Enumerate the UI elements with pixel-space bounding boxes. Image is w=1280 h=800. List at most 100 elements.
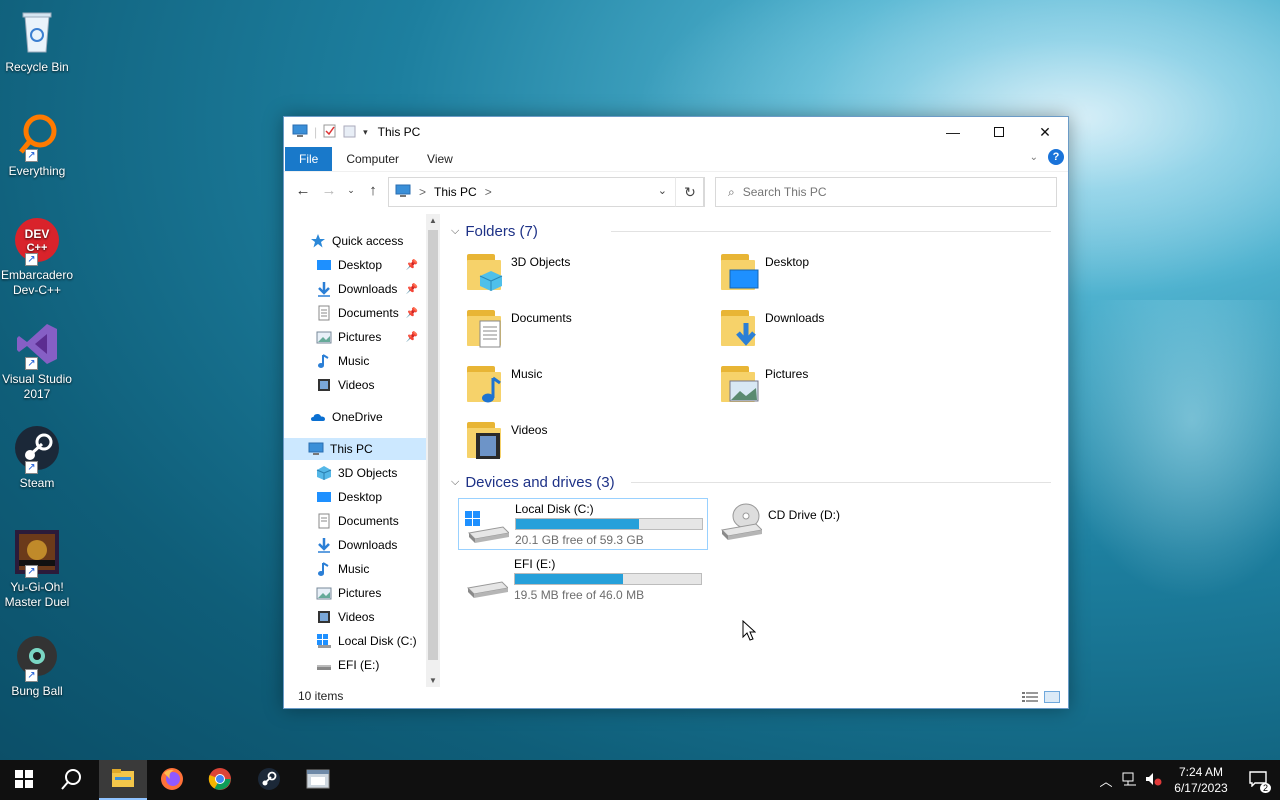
nav-pc-videos[interactable]: Videos	[316, 606, 374, 628]
videos-icon	[316, 377, 332, 393]
help-icon[interactable]: ?	[1048, 149, 1064, 165]
search-box[interactable]: ⌕	[715, 177, 1057, 207]
music-icon	[316, 353, 332, 369]
desktop-icon-yugioh[interactable]: ↗ Yu-Gi-Oh! Master Duel	[0, 528, 74, 610]
start-button[interactable]	[0, 760, 48, 800]
forward-button[interactable]: →	[316, 182, 342, 199]
action-center-button[interactable]: 2	[1236, 770, 1280, 793]
nav-pc-music[interactable]: Music	[316, 558, 369, 580]
nav-label: Pictures	[338, 330, 382, 344]
desktop-icon-recycle-bin[interactable]: Recycle Bin	[0, 8, 74, 75]
folder-label: Documents	[511, 311, 572, 325]
tab-file[interactable]: File	[285, 147, 333, 171]
minimize-button[interactable]: —	[930, 117, 976, 147]
nav-quick-desktop[interactable]: Desktop 📌	[316, 254, 424, 276]
desktop-icon-visual-studio[interactable]: ↗ Visual Studio 2017	[0, 320, 74, 402]
videos-folder-icon	[465, 418, 505, 462]
details-view-icon[interactable]	[1022, 691, 1038, 703]
expand-ribbon-icon[interactable]: ⌄	[1030, 152, 1038, 163]
nav-quick-documents[interactable]: Documents 📌	[316, 302, 424, 324]
nav-pc-3d-objects[interactable]: 3D Objects	[316, 462, 397, 484]
close-icon: ✕	[1039, 123, 1051, 140]
close-button[interactable]: ✕	[1022, 117, 1068, 147]
pin-icon: 📌	[405, 307, 418, 319]
up-button[interactable]: ↑	[360, 182, 386, 199]
taskbar-app[interactable]	[294, 760, 342, 800]
address-bar[interactable]: > This PC > ⌄	[388, 177, 704, 207]
nav-quick-music[interactable]: Music	[316, 350, 369, 372]
folder-label: Desktop	[765, 255, 810, 269]
back-button[interactable]: ←	[290, 182, 316, 199]
nav-pc-downloads[interactable]: Downloads	[316, 534, 397, 556]
folder-desktop[interactable]: Desktop	[703, 250, 943, 302]
folder-documents[interactable]: Documents	[449, 306, 689, 358]
nav-pc-documents[interactable]: Documents	[316, 510, 399, 532]
search-input[interactable]	[742, 185, 1033, 199]
nav-scrollbar[interactable]: ▲ ▼	[426, 214, 440, 687]
recycle-bin-icon	[13, 8, 61, 56]
nav-this-pc[interactable]: This PC	[284, 438, 426, 460]
taskbar-file-explorer[interactable]	[99, 760, 147, 800]
music-icon	[316, 561, 332, 577]
address-dropdown-icon[interactable]: ⌄	[658, 184, 667, 197]
group-header-folders[interactable]: ⌵ Folders (7)	[451, 220, 1051, 242]
network-icon[interactable]	[1118, 772, 1142, 789]
taskbar-steam[interactable]	[245, 760, 293, 800]
minimize-icon: —	[946, 124, 960, 140]
group-header-devices[interactable]: ⌵ Devices and drives (3)	[451, 471, 1051, 493]
nav-pc-local-disk[interactable]: Local Disk (C:)	[316, 630, 417, 652]
recent-locations-icon[interactable]: ⌄	[342, 185, 360, 196]
drive-efi-e[interactable]: EFI (E:) 19.5 MB free of 46.0 MB	[458, 554, 708, 606]
nav-quick-pictures[interactable]: Pictures 📌	[316, 326, 424, 348]
nav-pc-desktop[interactable]: Desktop	[316, 486, 382, 508]
drive-local-disk-c[interactable]: Local Disk (C:) 20.1 GB free of 59.3 GB	[458, 498, 708, 550]
volume-muted-icon[interactable]	[1142, 772, 1166, 789]
desktop-icon-everything[interactable]: ↗ Everything	[0, 112, 74, 179]
taskbar-search-button[interactable]	[48, 760, 96, 800]
window-title: This PC	[377, 125, 421, 139]
large-icons-view-icon[interactable]	[1044, 691, 1060, 703]
scroll-thumb[interactable]	[428, 230, 438, 660]
folder-3d-objects[interactable]: 3D Objects	[449, 250, 689, 302]
nav-onedrive[interactable]: OneDrive	[310, 406, 383, 428]
desktop-icon	[316, 489, 332, 505]
chrome-icon	[208, 767, 232, 794]
refresh-button[interactable]: ↻	[675, 177, 705, 207]
customize-toolbar-icon[interactable]: ▾	[363, 127, 368, 138]
breadcrumb-separator[interactable]: >	[485, 185, 492, 199]
system-tray: ︿ 7:24 AM 6/17/2023 2	[1094, 760, 1280, 800]
taskbar-chrome[interactable]	[196, 760, 244, 800]
nav-pc-pictures[interactable]: Pictures	[316, 582, 381, 604]
shortcut-arrow-icon: ↗	[25, 357, 38, 370]
tab-view[interactable]: View	[413, 147, 467, 171]
maximize-button[interactable]	[976, 117, 1022, 147]
nav-quick-downloads[interactable]: Downloads 📌	[316, 278, 424, 300]
new-folder-icon[interactable]	[343, 124, 357, 141]
desktop-icon-devcpp[interactable]: DEV C++ ↗ Embarcadero Dev-C++	[0, 216, 74, 298]
folder-pictures[interactable]: Pictures	[703, 362, 943, 414]
nav-pc-efi[interactable]: EFI (E:)	[316, 654, 379, 676]
3d-objects-folder-icon	[465, 250, 505, 294]
desktop-icon-bung-ball[interactable]: ↗ Bung Ball	[0, 632, 74, 699]
properties-icon[interactable]	[323, 124, 337, 141]
tab-computer[interactable]: Computer	[332, 147, 413, 171]
folder-videos[interactable]: Videos	[449, 418, 689, 470]
drive-cd-d[interactable]: CD Drive (D:)	[712, 498, 962, 550]
nav-quick-access[interactable]: Quick access	[310, 230, 403, 252]
nav-quick-videos[interactable]: Videos	[316, 374, 374, 396]
search-icon: ⌕	[728, 184, 735, 199]
show-hidden-icons-icon[interactable]: ︿	[1094, 771, 1118, 790]
folder-downloads[interactable]: Downloads	[703, 306, 943, 358]
folder-music[interactable]: Music	[449, 362, 689, 414]
notification-badge: 2	[1260, 782, 1272, 793]
clock[interactable]: 7:24 AM 6/17/2023	[1166, 764, 1236, 796]
item-count: 10 items	[298, 689, 344, 703]
taskbar-firefox[interactable]	[148, 760, 196, 800]
desktop-icon-label: Steam	[19, 476, 55, 490]
breadcrumb-this-pc[interactable]: This PC	[434, 185, 477, 199]
clock-date: 6/17/2023	[1174, 781, 1228, 795]
nav-label: Documents	[338, 306, 399, 320]
desktop-icon-steam[interactable]: ↗ Steam	[0, 424, 74, 491]
scroll-up-icon[interactable]: ▲	[426, 216, 440, 225]
steam-icon	[257, 767, 281, 794]
